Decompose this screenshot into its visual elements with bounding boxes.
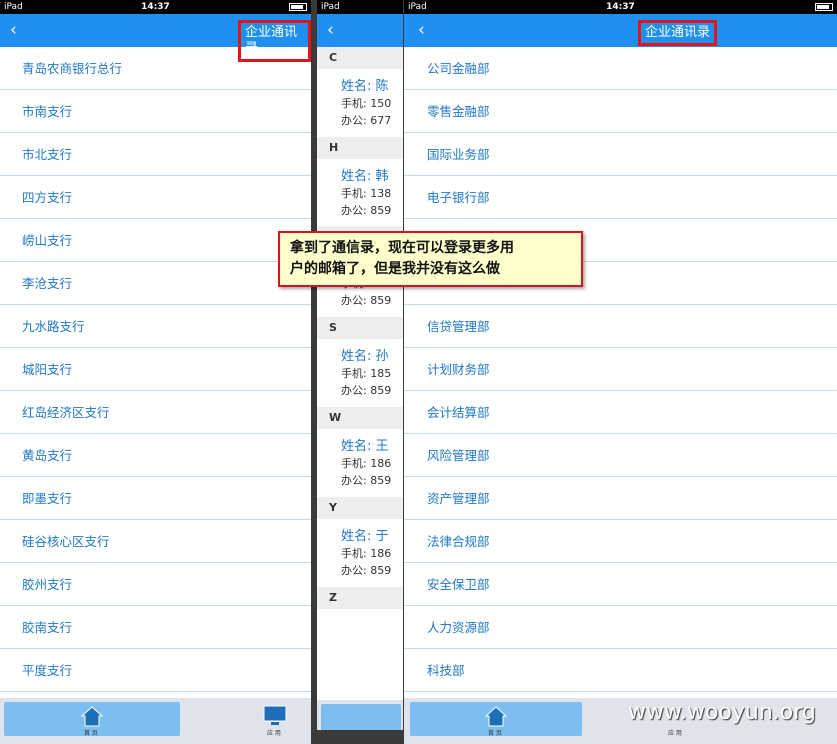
home-icon (80, 706, 104, 727)
annotation-callout: 拿到了通信录，现在可以登录更多用 户的邮箱了，但是我并没有这么做 (278, 231, 583, 287)
list-item[interactable]: 城阳支行 (0, 348, 311, 391)
list-item[interactable]: 红岛经济区支行 (0, 391, 311, 434)
list-item[interactable]: 国际业务部 (404, 133, 837, 176)
list-item[interactable]: 风险管理部 (404, 434, 837, 477)
monitor-icon (263, 705, 287, 725)
contact-office: 办公: 677 (341, 114, 392, 127)
list-item[interactable]: 电子银行部 (404, 176, 837, 219)
back-button[interactable]: ‹ (327, 20, 334, 40)
contact-item[interactable]: 姓名: 陈手机: 150 办公: 677 (317, 69, 403, 137)
tab-home[interactable]: 首 页 (410, 702, 582, 737)
page-title: 企业通讯录 (638, 20, 718, 46)
list-item[interactable]: 科技部 (404, 649, 837, 692)
screenshot-panel-3: iPad 14:37 ‹ 企业通讯录 公司金融部 零售金融部 国际业务部 电子银行部信… (404, 0, 837, 744)
tab-home-label: 首 页 (84, 730, 98, 737)
device-label: iPad (321, 2, 340, 12)
contact-office: 办公: 859 (341, 384, 392, 397)
screenshot-panel-1: iPad 14:37 ‹ 企业通讯录 青岛农商银行总行 市南支行 市北支行 四方支行崂… (0, 0, 311, 744)
contact-item[interactable]: 姓名: 韩手机: 138 办公: 859 (317, 159, 403, 227)
section-header: W (317, 407, 403, 429)
list-item[interactable]: 即墨支行 (0, 477, 311, 520)
tab-home[interactable]: 首 页 (4, 702, 180, 737)
list-item[interactable]: 胶州支行 (0, 563, 311, 606)
list-item[interactable]: 市南支行 (0, 90, 311, 133)
list-item[interactable]: 平度支行 (0, 649, 311, 692)
status-bar: iPad 14:37 (404, 0, 837, 14)
tab-apps-label: 应 用 (267, 730, 281, 737)
list-item[interactable]: 青岛农商银行总行 (0, 47, 311, 90)
status-time: 14:37 (141, 2, 170, 12)
list-item[interactable]: 胶南支行 (0, 606, 311, 649)
tab-apps-label: 应 用 (668, 730, 682, 737)
watermark: www.wooyun.org (628, 700, 816, 725)
section-header: C (317, 47, 403, 69)
contact-item[interactable]: 姓名: 王手机: 186 办公: 859 (317, 429, 403, 497)
battery-icon (289, 3, 307, 11)
list-item[interactable]: 崂山支行 (0, 219, 311, 262)
list-item[interactable]: 安全保卫部 (404, 563, 837, 606)
list-item[interactable]: 会计结算部 (404, 391, 837, 434)
back-button[interactable]: ‹ (10, 20, 17, 40)
screenshot-panel-2: iPad ‹ C 姓名: 陈手机: 150 办公: 677 H 姓名: 韩手机: 138… (317, 0, 403, 730)
contact-office: 办公: 859 (341, 294, 392, 307)
contact-name: 姓名: 于 (341, 529, 389, 544)
contact-item[interactable]: 姓名: 孙手机: 185 办公: 859 (317, 339, 403, 407)
list-item[interactable]: 人力资源部 (404, 606, 837, 649)
list-item[interactable]: 计划财务部 (404, 348, 837, 391)
contact-mobile: 手机: 186 (341, 457, 392, 470)
section-header: H (317, 137, 403, 159)
tab-apps[interactable]: 应 用 (250, 702, 300, 737)
tab-bar (317, 700, 403, 730)
list-item[interactable]: 硅谷核心区支行 (0, 520, 311, 563)
contact-office: 办公: 859 (341, 474, 392, 487)
status-bar: iPad (317, 0, 403, 14)
contact-office: 办公: 859 (341, 564, 392, 577)
department-list: 公司金融部 零售金融部 国际业务部 电子银行部信贷管理部 计划财务部 会计结算部 风险管理部… (404, 47, 837, 692)
section-header: Z (317, 587, 403, 609)
tab-home[interactable] (321, 704, 401, 730)
contact-mobile: 手机: 185 (341, 367, 392, 380)
contact-name: 姓名: 王 (341, 439, 389, 454)
list-item[interactable]: 法律合规部 (404, 520, 837, 563)
section-header: S (317, 317, 403, 339)
nav-bar: ‹ (317, 14, 403, 47)
list-item[interactable]: 四方支行 (0, 176, 311, 219)
list-item[interactable]: 信贷管理部 (404, 305, 837, 348)
list-item[interactable]: 黄岛支行 (0, 434, 311, 477)
battery-icon (815, 3, 833, 11)
tab-home-label: 首 页 (488, 730, 502, 737)
nav-bar: ‹ 企业通讯录 (404, 14, 837, 47)
back-button[interactable]: ‹ (418, 20, 425, 40)
contact-mobile: 手机: 186 (341, 547, 392, 560)
contact-name: 姓名: 孙 (341, 349, 389, 364)
contact-office: 办公: 859 (341, 204, 392, 217)
status-time: 14:37 (606, 2, 635, 12)
callout-line-1: 拿到了通信录，现在可以登录更多用 (290, 240, 514, 256)
list-item[interactable]: 市北支行 (0, 133, 311, 176)
list-item[interactable]: 李沧支行 (0, 262, 311, 305)
tab-bar: 首 页 应 用 (0, 698, 311, 744)
home-icon (484, 706, 508, 727)
list-item[interactable]: 资产管理部 (404, 477, 837, 520)
contact-list: C 姓名: 陈手机: 150 办公: 677 H 姓名: 韩手机: 138 办公: 859… (317, 47, 403, 609)
section-header: Y (317, 497, 403, 519)
nav-bar: ‹ 企业通讯录 (0, 14, 311, 62)
contact-item[interactable]: 姓名: 于手机: 186 办公: 859 (317, 519, 403, 587)
list-item[interactable]: 公司金融部 (404, 47, 837, 90)
contact-name: 姓名: 韩 (341, 169, 389, 184)
status-bar: iPad 14:37 (0, 0, 311, 14)
contact-name: 姓名: 陈 (341, 79, 389, 94)
list-item[interactable]: 九水路支行 (0, 305, 311, 348)
branch-list: 青岛农商银行总行 市南支行 市北支行 四方支行 崂山支行 李沧支行 九水路支行 城阳支行 红岛经… (0, 47, 311, 692)
callout-line-2: 户的邮箱了，但是我并没有这么做 (290, 261, 500, 277)
contact-mobile: 手机: 150 (341, 97, 392, 110)
list-item[interactable]: 零售金融部 (404, 90, 837, 133)
contact-mobile: 手机: 138 (341, 187, 392, 200)
